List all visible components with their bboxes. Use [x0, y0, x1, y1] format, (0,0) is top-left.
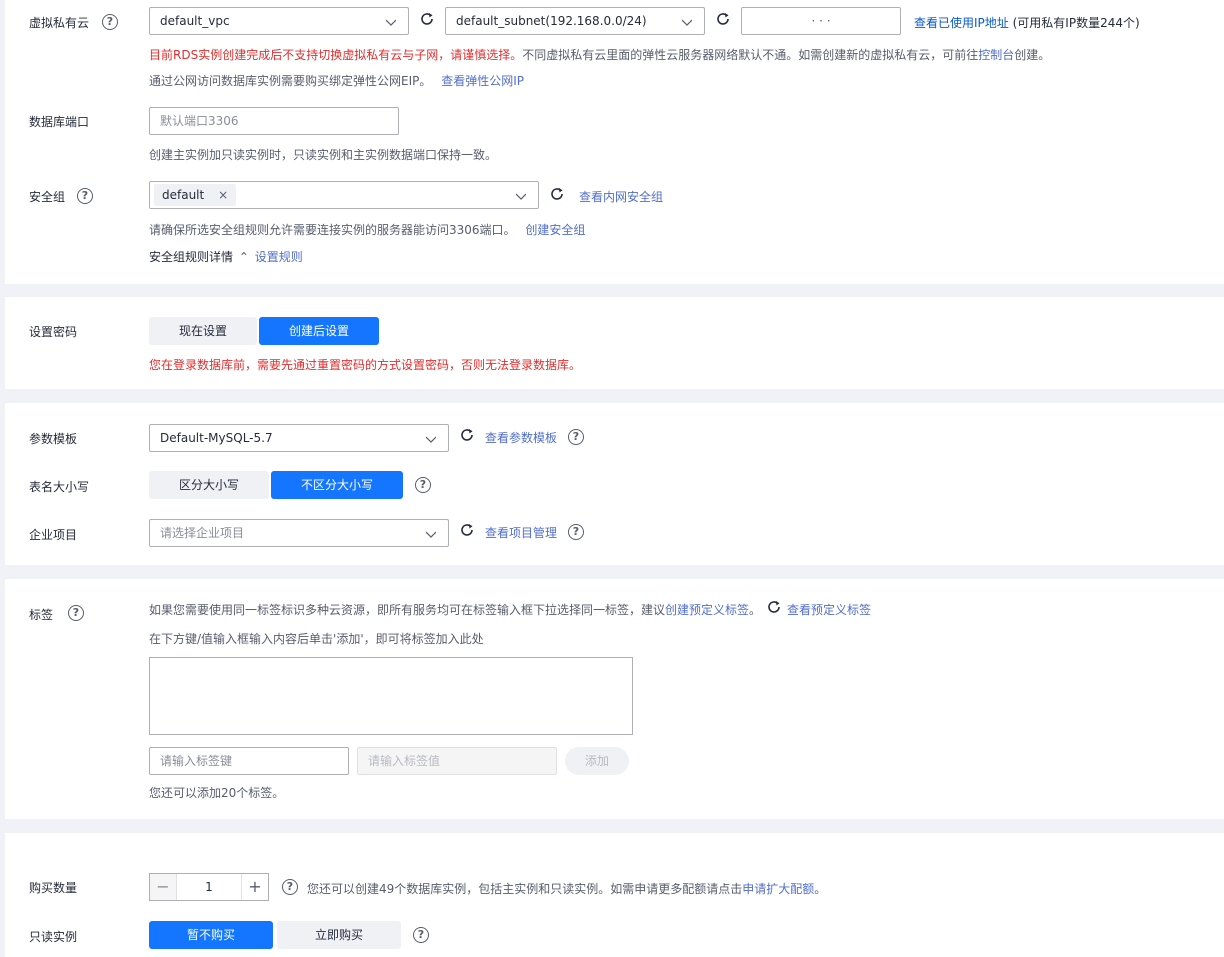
- chevron-down-icon: [426, 436, 436, 443]
- security-group-rules-label: 安全组规则详情: [149, 250, 234, 264]
- subnet-refresh-icon[interactable]: [716, 12, 730, 26]
- case-insensitive-option[interactable]: 不区分大小写: [271, 471, 403, 499]
- security-group-hint-text: 请确保所选安全组规则允许需要连接实例的服务器能访问3306端口。: [149, 223, 516, 237]
- ip-info: 查看已使用IP地址 (可用私有IP数量244个): [914, 14, 1140, 31]
- security-group-refresh-icon[interactable]: [550, 187, 564, 201]
- no-purchase-option[interactable]: 暂不购买: [149, 921, 273, 949]
- vpc-info-text-end: 创建。: [1014, 48, 1051, 62]
- params-card: 参数模板 Default-MySQL-5.7 查看参数模板 ? 表名大小写 区分…: [5, 403, 1224, 565]
- password-warning: 您在登录数据库前，需要先通过重置密码的方式设置密码，否则无法登录数据库。: [149, 358, 582, 372]
- tags-description: 如果您需要使用同一标签标识多种云资源，即所有服务均可在标签输入框下拉选择同一标签…: [149, 601, 761, 618]
- enterprise-project-refresh-icon[interactable]: [460, 523, 474, 537]
- apply-quota-link[interactable]: 申请扩大配额: [742, 882, 814, 896]
- eip-hint: 通过公网访问数据库实例需要购买绑定弹性公网EIP。 查看弹性公网IP: [149, 72, 524, 89]
- quantity-hint-end: 。: [814, 882, 827, 896]
- add-tag-button[interactable]: 添加: [565, 747, 629, 775]
- param-template-help-icon[interactable]: ?: [568, 429, 584, 445]
- enterprise-project-placeholder: 请选择企业项目: [160, 526, 245, 540]
- tags-help-icon[interactable]: ?: [68, 605, 84, 621]
- tag-key-input[interactable]: [149, 747, 349, 775]
- chevron-up-icon[interactable]: ⌃: [239, 250, 249, 264]
- console-link[interactable]: 控制台: [978, 48, 1014, 62]
- security-group-help-icon[interactable]: ?: [77, 188, 93, 204]
- tags-refresh-icon[interactable]: [767, 600, 781, 614]
- security-group-chip: default ×: [154, 184, 237, 206]
- enterprise-project-label: 企业项目: [29, 528, 78, 542]
- close-icon[interactable]: ×: [218, 188, 228, 202]
- set-password-now-option[interactable]: 现在设置: [149, 317, 257, 345]
- subnet-select-value: default_subnet(192.168.0.0/24): [456, 14, 647, 28]
- quantity-hint: 您还可以创建49个数据库实例，包括主实例和只读实例。如需申请更多配额请点击申请扩…: [307, 880, 826, 897]
- vpc-warning: 目前RDS实例创建完成后不支持切换虚拟私有云与子网，请谨慎选择。不同虚拟私有云里…: [149, 46, 1050, 63]
- quantity-minus-button[interactable]: −: [150, 874, 176, 900]
- create-predefined-tag-link[interactable]: 创建预定义标签: [665, 603, 749, 617]
- subnet-select[interactable]: default_subnet(192.168.0.0/24): [445, 7, 705, 35]
- view-predefined-tag-link[interactable]: 查看预定义标签: [787, 601, 871, 618]
- port-input[interactable]: [149, 107, 399, 135]
- create-security-group-link[interactable]: 创建安全组: [525, 223, 585, 237]
- vpc-refresh-icon[interactable]: [420, 12, 434, 26]
- param-template-value: Default-MySQL-5.7: [160, 431, 273, 445]
- tags-card: 标签 ? 如果您需要使用同一标签标识多种云资源，即所有服务均可在标签输入框下拉选…: [5, 579, 1224, 819]
- quantity-help-icon[interactable]: ?: [282, 879, 298, 895]
- chevron-down-icon: [516, 193, 526, 200]
- port-hint: 创建主实例加只读实例时，只读实例和主实例数据端口保持一致。: [149, 148, 498, 162]
- quantity-stepper: − 1 +: [149, 873, 269, 901]
- tags-description-end: 。: [749, 603, 762, 617]
- readonly-instance-toggle: 暂不购买 立即购买: [149, 921, 401, 949]
- view-eip-link[interactable]: 查看弹性公网IP: [441, 74, 524, 88]
- ip-available-count: (可用私有IP数量244个): [1012, 16, 1140, 30]
- case-sensitive-option[interactable]: 区分大小写: [149, 471, 269, 499]
- security-group-chip-label: default: [162, 188, 205, 202]
- chevron-down-icon: [386, 19, 396, 26]
- vpc-info-text: 不同虚拟私有云里面的弹性云服务器网络默认不通。如需创建新的虚拟私有云，可前往: [522, 48, 979, 62]
- security-group-rules: 安全组规则详情 ⌃ 设置规则: [149, 248, 303, 265]
- tags-remaining: 您还可以添加20个标签。: [149, 786, 285, 800]
- quantity-hint-text: 您还可以创建49个数据库实例，包括主实例和只读实例。如需申请更多配额请点击: [307, 882, 743, 896]
- param-template-refresh-icon[interactable]: [460, 428, 474, 442]
- password-label: 设置密码: [29, 325, 78, 339]
- security-group-label: 安全组: [29, 190, 66, 204]
- set-rules-link[interactable]: 设置规则: [255, 250, 303, 264]
- chevron-down-icon: [426, 531, 436, 538]
- view-security-group-link[interactable]: 查看内网安全组: [579, 188, 663, 205]
- quantity-value[interactable]: 1: [176, 874, 242, 900]
- param-template-select[interactable]: Default-MySQL-5.7: [149, 424, 449, 452]
- tags-label: 标签: [29, 608, 54, 622]
- view-project-management-link[interactable]: 查看项目管理: [485, 524, 557, 541]
- port-label: 数据库端口: [29, 115, 90, 129]
- set-password-later-option[interactable]: 创建后设置: [259, 317, 379, 345]
- vpc-select[interactable]: default_vpc: [149, 7, 409, 35]
- chevron-down-icon: [682, 19, 692, 26]
- table-case-help-icon[interactable]: ?: [415, 477, 431, 493]
- vpc-select-value: default_vpc: [160, 14, 230, 28]
- vpc-help-icon[interactable]: ?: [102, 14, 118, 30]
- view-param-template-link[interactable]: 查看参数模板: [485, 429, 557, 446]
- readonly-instance-label: 只读实例: [29, 930, 78, 944]
- tags-instruction: 在下方键/值输入框输入内容后单击'添加'，即可将标签加入此处: [149, 632, 484, 646]
- vpc-label: 虚拟私有云: [29, 16, 90, 30]
- password-toggle: 现在设置 创建后设置: [149, 317, 379, 345]
- view-used-ip-link[interactable]: 查看已使用IP地址: [914, 16, 1009, 30]
- vpc-warning-text: 目前RDS实例创建完成后不支持切换虚拟私有云与子网，请谨慎选择。: [149, 48, 523, 62]
- quantity-plus-button[interactable]: +: [242, 874, 268, 900]
- ip-address-dots: · · ·: [811, 14, 831, 28]
- enterprise-project-help-icon[interactable]: ?: [568, 524, 584, 540]
- purchase-card: 购买数量 − 1 + ? 您还可以创建49个数据库实例，包括主实例和只读实例。如…: [5, 833, 1224, 957]
- buy-now-option[interactable]: 立即购买: [277, 921, 401, 949]
- tags-list-area: [149, 657, 633, 735]
- security-group-hint: 请确保所选安全组规则允许需要连接实例的服务器能访问3306端口。 创建安全组: [149, 221, 585, 238]
- ip-address-input[interactable]: · · ·: [741, 7, 901, 35]
- table-case-label: 表名大小写: [29, 480, 90, 494]
- password-card: 设置密码 现在设置 创建后设置 您在登录数据库前，需要先通过重置密码的方式设置密…: [5, 297, 1224, 389]
- param-template-label: 参数模板: [29, 432, 78, 446]
- network-card: 虚拟私有云 ? default_vpc default_subnet(192.1…: [5, 0, 1224, 284]
- enterprise-project-select[interactable]: 请选择企业项目: [149, 519, 449, 547]
- eip-text: 通过公网访问数据库实例需要购买绑定弹性公网EIP。: [149, 74, 432, 88]
- tags-description-text: 如果您需要使用同一标签标识多种云资源，即所有服务均可在标签输入框下拉选择同一标签…: [149, 603, 666, 617]
- quantity-label: 购买数量: [29, 881, 78, 895]
- table-case-toggle: 区分大小写 不区分大小写: [149, 471, 403, 499]
- readonly-instance-help-icon[interactable]: ?: [413, 927, 429, 943]
- tag-value-input[interactable]: [357, 747, 557, 775]
